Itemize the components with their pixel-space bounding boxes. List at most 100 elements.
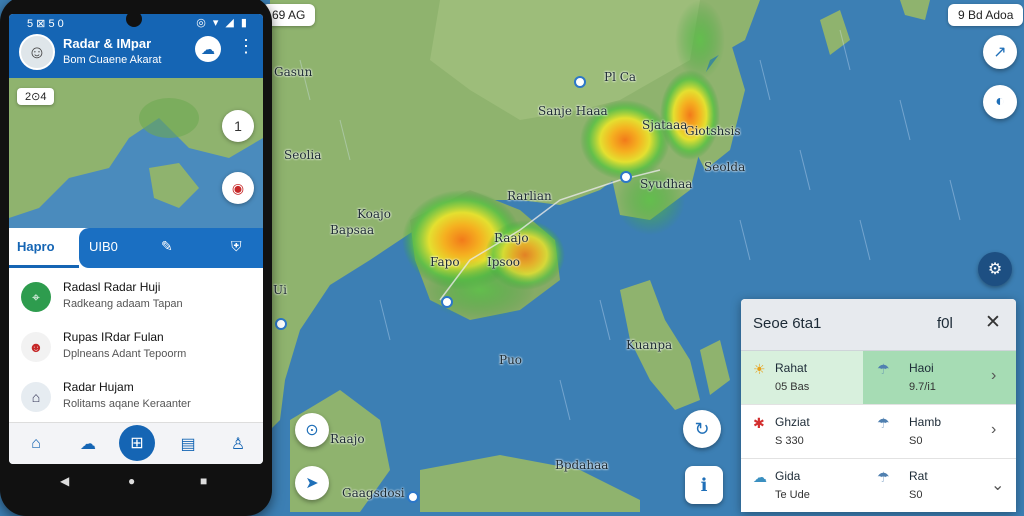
panel-row-b-value: S0 — [909, 435, 923, 447]
chevron-down-icon[interactable]: ⌄ — [991, 475, 1004, 495]
panel-title: Seoe 6ta1 — [753, 315, 822, 332]
map-label: Fapo — [430, 255, 460, 269]
list-item-subtitle: Rolitams aqane Keraanter — [63, 398, 191, 410]
status-time: 5 ⊠ 5 0 — [27, 18, 64, 30]
avatar[interactable]: ☺ — [19, 34, 55, 70]
map-label: Raajo — [494, 231, 529, 245]
alert-icon: ✱ — [753, 415, 765, 431]
tab-video-label: UIB0 — [89, 239, 118, 254]
route-icon[interactable]: ↗ — [983, 35, 1017, 69]
panel-row-b-value: S0 — [909, 489, 923, 501]
map-pin[interactable] — [275, 318, 287, 330]
share-icon[interactable]: ↻ — [683, 410, 721, 448]
profile-icon[interactable]: ♙ — [223, 429, 253, 459]
weather-icon[interactable]: ☁ — [195, 36, 221, 62]
list-item-subtitle: Radkeang adaam Tapan — [63, 298, 183, 310]
panel-row-b-name: Rat — [909, 469, 928, 483]
tab-video[interactable]: UIB0 ✎ ⛨ — [79, 228, 263, 268]
info-icon[interactable]: ℹ — [685, 466, 723, 504]
status-bar: 5 ⊠ 5 0 ◎ ▾ ◢ ▮ — [9, 14, 263, 34]
app-title: Radar & IMpar — [63, 36, 152, 51]
map-label: Bapsaa — [330, 223, 375, 237]
list-item-subtitle: Dplneans Adant Tepoorm — [63, 348, 187, 360]
tab-bar: Hapro UIB0 ✎ ⛨ — [9, 228, 263, 268]
panel-row-a-value: 05 Bas — [775, 381, 810, 393]
weather-nav-icon[interactable]: ☁ — [73, 429, 103, 459]
umbrella-icon: ☂ — [877, 469, 890, 485]
panel-row-a-name: Rahat — [775, 361, 808, 375]
book-icon[interactable]: ▤ — [173, 429, 203, 459]
panel-row-b-value: 9.7/i1 — [909, 381, 936, 393]
map-top-right-chip[interactable]: 9 Bd Adoa — [948, 4, 1024, 26]
zoom-level-button[interactable]: 1 — [222, 110, 254, 142]
panel-row-a-name: Ghziat — [775, 415, 810, 429]
location-pin-icon[interactable]: ⊙ — [295, 413, 329, 447]
panel-row[interactable]: ☀ Rahat 05 Bas ☂ Haoi 9.7/i1 › — [741, 351, 1016, 405]
panel-row-a-value: S 330 — [775, 435, 804, 447]
panel-header: Seoe 6ta1 f0l ✕ — [741, 299, 1016, 351]
locate-icon[interactable]: ◉ — [222, 172, 254, 204]
map-label: Ui — [273, 283, 287, 297]
mini-map-chip[interactable]: 2⊙4 — [17, 88, 55, 105]
map-label: Seolia — [284, 148, 322, 162]
map-label: Kuanpa — [626, 338, 673, 352]
panel-row[interactable]: ☁ Gida Te Ude ☂ Rat S0 ⌄ — [741, 459, 1016, 512]
camera-icon — [126, 14, 142, 27]
map-label: Sjataaa — [642, 118, 688, 132]
list-item[interactable]: ⌖ Radasl Radar Huji Radkeang adaam Tapan — [9, 272, 263, 323]
close-icon[interactable]: ✕ — [985, 311, 1001, 334]
shield-icon[interactable]: ⛨ — [231, 238, 242, 255]
panel-row-b-name: Hamb — [909, 415, 942, 429]
navigate-icon[interactable]: ➤ — [295, 466, 329, 500]
map-label: Seolda — [704, 160, 746, 174]
back-icon[interactable]: ◀ — [60, 474, 69, 488]
station-panel: Seoe 6ta1 f0l ✕ ☀ Rahat 05 Bas ☂ Haoi 9.… — [741, 299, 1016, 512]
app-bar: ☺ Radar & IMpar Bom Cuaene Akarat ☁ ⋮ — [9, 34, 263, 78]
list-item[interactable]: ☻ Rupas IRdar Fulan Dplneans Adant Tepoo… — [9, 322, 263, 373]
map-label: Sanje Haaa — [538, 104, 608, 118]
list-item-title: Radar Hujam — [63, 380, 134, 394]
chevron-right-icon[interactable]: › — [991, 421, 996, 439]
edit-icon[interactable]: ✎ — [161, 238, 173, 255]
grid-icon[interactable]: ⊞ — [119, 425, 155, 461]
more-vert-icon[interactable]: ⋮ — [237, 36, 255, 57]
map-pin[interactable] — [574, 76, 586, 88]
map-label: Pl Ca — [604, 70, 637, 84]
list-item-title: Rupas IRdar Fulan — [63, 330, 164, 344]
map-label: Ipsoo — [487, 255, 521, 269]
map-label: Bpdahaa — [555, 458, 609, 472]
recents-icon[interactable]: ■ — [200, 474, 207, 488]
map-pin[interactable] — [407, 491, 419, 503]
panel-row[interactable]: ✱ Ghziat S 330 ☂ Hamb S0 › — [741, 405, 1016, 459]
map-label: Rarlian — [507, 189, 552, 203]
home-circle-icon[interactable]: ● — [128, 474, 135, 488]
panel-row-a-value: Te Ude — [775, 489, 810, 501]
map-pin[interactable] — [620, 171, 632, 183]
panel-row-a-name: Gida — [775, 469, 801, 483]
chevron-right-icon[interactable]: › — [991, 367, 996, 385]
status-icons: ◎ ▾ ◢ ▮ — [196, 17, 249, 29]
panel-value: f0l — [937, 315, 953, 332]
settings-icon[interactable]: ⚙ — [978, 252, 1012, 286]
list-item[interactable]: ⌂ Radar Hujam Rolitams aqane Keraanter — [9, 372, 263, 423]
phone-frame: 5 ⊠ 5 0 ◎ ▾ ◢ ▮ ☺ Radar & IMpar Bom Cuae… — [0, 0, 272, 516]
phone-screen: 5 ⊠ 5 0 ◎ ▾ ◢ ▮ ☺ Radar & IMpar Bom Cuae… — [9, 14, 263, 464]
tab-home[interactable]: Hapro — [9, 228, 79, 268]
cloud-icon: ☁ — [753, 469, 767, 485]
map-icon: ⌖ — [21, 282, 51, 312]
map-pin[interactable] — [441, 296, 453, 308]
map-label: Giotshsis — [685, 124, 741, 138]
map-label: Gasun — [274, 65, 313, 79]
home-icon[interactable]: ⌂ — [21, 429, 51, 459]
map-label: Koajo — [357, 207, 391, 221]
app-subtitle: Bom Cuaene Akarat — [63, 54, 162, 66]
building-icon: ⌂ — [21, 382, 51, 412]
map-label: Raajo — [330, 432, 365, 446]
map-label: Puo — [499, 353, 523, 367]
list-item-title: Radasl Radar Huji — [63, 280, 161, 294]
layers-icon[interactable]: ◐ — [983, 85, 1017, 119]
panel-row-b-name: Haoi — [909, 361, 934, 375]
system-nav-bar: ◀ ● ■ — [0, 470, 272, 494]
umbrella-icon: ☂ — [877, 415, 890, 431]
map-label: Syudhaa — [640, 177, 693, 191]
